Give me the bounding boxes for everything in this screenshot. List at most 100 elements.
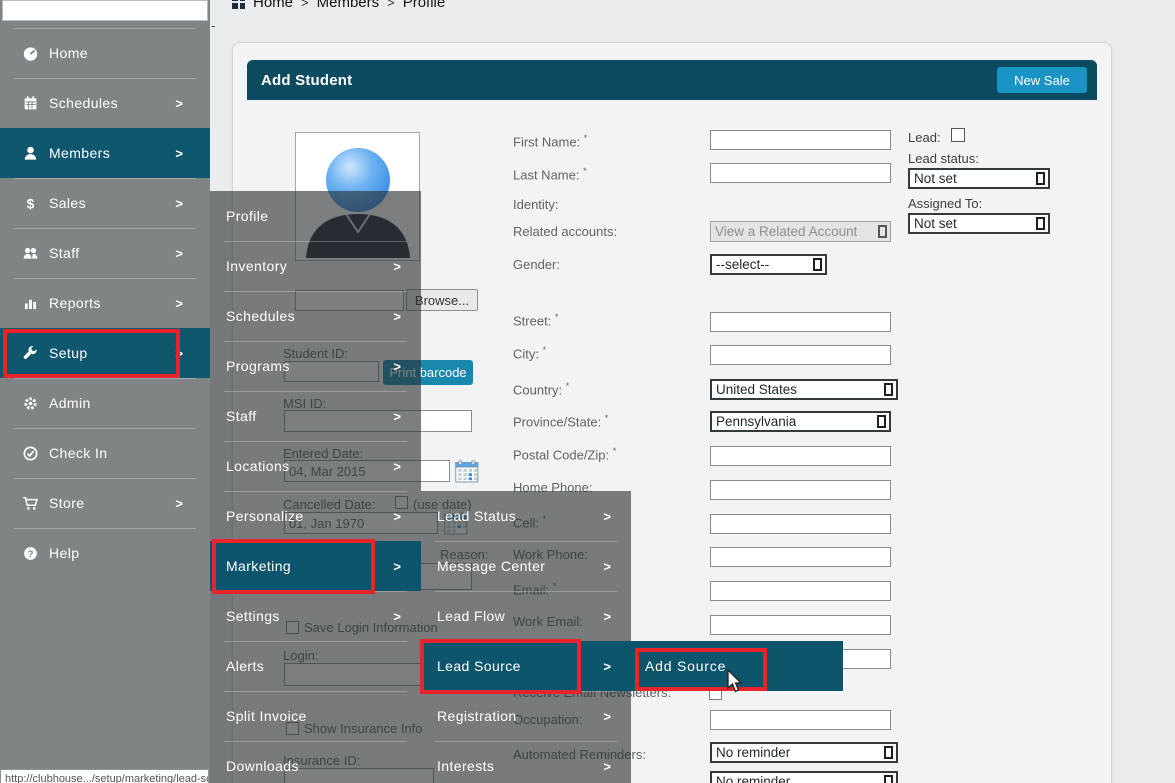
sidebar-item-staff[interactable]: Staff >	[0, 228, 210, 278]
chevron-right-icon: >	[175, 96, 183, 111]
chevron-right-icon: >	[393, 509, 401, 524]
submenu-item-add-source[interactable]: Add Source	[631, 641, 843, 691]
svg-text:$: $	[27, 195, 35, 211]
assigned-to-select[interactable]: Not set	[908, 213, 1050, 234]
chevron-right-icon: >	[393, 409, 401, 424]
sidebar-item-schedules[interactable]: Schedules >	[0, 78, 210, 128]
question-circle-icon: ?	[22, 545, 39, 562]
chevron-right-icon: >	[603, 659, 611, 674]
submenu-item-locations[interactable]: Locations>	[210, 441, 421, 491]
postal-code-input[interactable]	[710, 446, 891, 466]
sidebar-item-members[interactable]: Members >	[0, 128, 210, 178]
setup-submenu: Profile Inventory> Schedules> Programs> …	[210, 191, 421, 783]
work-phone-input[interactable]	[710, 547, 891, 567]
country-label: Country: *	[513, 381, 569, 397]
submenu-item-profile[interactable]: Profile	[210, 191, 421, 241]
cart-icon	[22, 495, 39, 512]
related-accounts-label: Related accounts:	[513, 224, 617, 239]
lead-checkbox[interactable]	[951, 128, 965, 142]
chevron-right-icon: >	[603, 709, 611, 724]
home-phone-input[interactable]	[710, 480, 891, 500]
page-title: Add Student	[261, 72, 352, 89]
dropdown-glyph-icon	[1036, 217, 1045, 230]
sidebar-item-setup[interactable]: Setup >	[0, 328, 210, 378]
new-sale-button[interactable]: New Sale	[997, 67, 1087, 93]
assigned-to-label: Assigned To:	[908, 196, 982, 211]
form-header: Add Student New Sale	[247, 60, 1097, 100]
email-input[interactable]	[710, 581, 891, 601]
tachometer-icon	[22, 45, 39, 62]
submenu-item-interests[interactable]: Interests>	[421, 741, 631, 783]
sidebar-item-help[interactable]: ? Help	[0, 528, 210, 578]
lead-status-select[interactable]: Not set	[908, 168, 1050, 189]
dropdown-glyph-icon	[878, 225, 887, 238]
submenu-item-staff[interactable]: Staff>	[210, 391, 421, 441]
country-select[interactable]: United States	[710, 379, 898, 400]
submenu-item-alerts[interactable]: Alerts	[210, 641, 421, 691]
sidebar: Home Schedules > Members > $ Sales > Sta…	[0, 0, 210, 783]
breadcrumb-home[interactable]: Home	[253, 0, 293, 11]
lead-label: Lead:	[908, 130, 941, 145]
sidebar-item-sales[interactable]: $ Sales >	[0, 178, 210, 228]
work-email-input[interactable]	[710, 615, 891, 635]
submenu-item-lead-flow[interactable]: Lead Flow>	[421, 591, 631, 641]
street-input[interactable]	[710, 312, 891, 332]
submenu-item-programs[interactable]: Programs>	[210, 341, 421, 391]
submenu-item-message-center[interactable]: Message Center>	[421, 541, 631, 591]
submenu-item-registration[interactable]: Registration>	[421, 691, 631, 741]
automated-reminders-select[interactable]: No reminder	[710, 742, 898, 763]
staff-icon	[22, 245, 39, 262]
chevron-right-icon: >	[175, 246, 183, 261]
city-label: City: *	[513, 345, 546, 361]
related-accounts-select[interactable]: View a Related Account	[710, 221, 891, 242]
submenu-item-settings[interactable]: Settings>	[210, 591, 421, 641]
identity-label: Identity:	[513, 197, 559, 212]
dropdown-glyph-icon	[877, 415, 886, 428]
chevron-right-icon: >	[393, 459, 401, 474]
submenu-item-downloads[interactable]: Downloads	[210, 741, 421, 783]
sidebar-item-check-in[interactable]: Check In	[0, 428, 210, 478]
chevron-right-icon: >	[393, 609, 401, 624]
lead-status-label: Lead status:	[908, 151, 979, 166]
status-bar: http://clubhouse.../setup/marketing/lead…	[0, 769, 209, 783]
dollar-icon: $	[22, 195, 39, 212]
sidebar-item-store[interactable]: Store >	[0, 478, 210, 528]
calendar-picker-icon[interactable]	[455, 460, 479, 488]
bottom-reminder-select[interactable]: No reminder	[710, 771, 898, 783]
sidebar-item-home[interactable]: Home	[0, 28, 210, 78]
check-circle-icon	[22, 445, 39, 462]
province-state-select[interactable]: Pennsylvania	[710, 411, 891, 432]
last-name-label: Last Name: *	[513, 166, 587, 182]
city-input[interactable]	[710, 345, 891, 365]
breadcrumb-profile[interactable]: Profile	[403, 0, 446, 11]
occupation-input[interactable]	[710, 710, 891, 730]
street-label: Street: *	[513, 312, 558, 328]
chevron-right-icon: >	[603, 559, 611, 574]
province-state-label: Province/State: *	[513, 413, 608, 429]
member-icon	[22, 145, 39, 162]
submenu-item-split-invoice[interactable]: Split Invoice	[210, 691, 421, 741]
gear-icon	[22, 395, 39, 412]
breadcrumb: Home > Members > Profile	[232, 0, 445, 13]
submenu-item-schedules[interactable]: Schedules>	[210, 291, 421, 341]
first-name-input[interactable]	[710, 130, 891, 150]
submenu-item-lead-source[interactable]: Lead Source>	[421, 641, 631, 691]
breadcrumb-members[interactable]: Members	[317, 0, 380, 11]
cell-input[interactable]	[710, 514, 891, 534]
chevron-right-icon: >	[393, 259, 401, 274]
chevron-right-icon: >	[175, 196, 183, 211]
gender-select[interactable]: --select--	[710, 254, 827, 275]
sidebar-item-reports[interactable]: Reports >	[0, 278, 210, 328]
lead-source-submenu: Add Source	[631, 641, 843, 691]
submenu-item-inventory[interactable]: Inventory>	[210, 241, 421, 291]
gender-label: Gender:	[513, 257, 560, 272]
submenu-item-lead-status[interactable]: Lead Status>	[421, 491, 631, 541]
chevron-right-icon: >	[393, 559, 401, 574]
bar-chart-icon	[22, 295, 39, 312]
last-name-input[interactable]	[710, 163, 891, 183]
submenu-item-marketing[interactable]: Marketing>	[210, 541, 421, 591]
chevron-right-icon: >	[393, 309, 401, 324]
sidebar-item-admin[interactable]: Admin	[0, 378, 210, 428]
submenu-item-personalize[interactable]: Personalize>	[210, 491, 421, 541]
dropdown-glyph-icon	[1036, 172, 1045, 185]
